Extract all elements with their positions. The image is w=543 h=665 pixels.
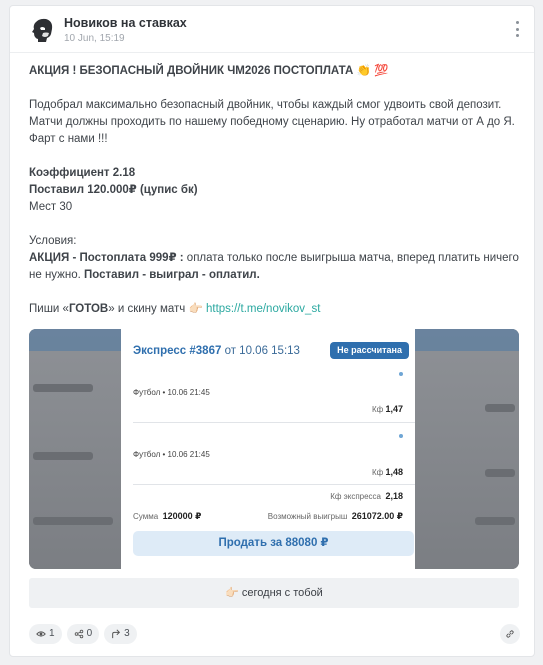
event-1-info: Футбол • 10.06 21:45 [133, 388, 210, 397]
channel-avatar[interactable] [29, 17, 55, 43]
bet-slip: Экспресс #3867 от 10.06 15:13 Не рассчит… [121, 329, 415, 569]
cta-line: Пиши «ГОТОВ» и скину матч 👉🏻 https://t.m… [29, 301, 524, 318]
post-stats: 1 0 3 [29, 624, 137, 644]
post-header: Новиков на ставках 10 Jun, 15:19 [10, 6, 534, 53]
conditions-label: Условия: [29, 235, 77, 247]
views-count: 1 [49, 628, 55, 639]
promo-bold: АКЦИЯ - Постоплата 999₽ : [29, 252, 184, 264]
cta-word: ГОТОВ [68, 303, 109, 315]
post-paragraph: Подобрал максимально безопасный двойник,… [29, 99, 515, 145]
places-line: Мест 30 [29, 201, 73, 213]
forwards-count: 3 [124, 628, 130, 639]
forward-arrow-icon [112, 629, 121, 639]
status-dot-icon [399, 372, 403, 376]
post-title: АКЦИЯ ! БЕЗОПАСНЫЙ ДВОЙНИК ЧМ2026 ПОСТОП… [29, 65, 389, 77]
status-dot-icon [399, 434, 403, 438]
status-badge: Не рассчитана [330, 342, 409, 359]
slip-number: #3867 [189, 345, 222, 357]
more-menu-icon[interactable] [514, 21, 520, 37]
eye-icon [36, 631, 46, 637]
event-2-info: Футбол • 10.06 21:45 [133, 450, 210, 459]
post-date: 10 Jun, 15:19 [64, 33, 125, 44]
views-counter[interactable]: 1 [29, 624, 62, 644]
slip-header: Экспресс #3867 от 10.06 15:13 [133, 345, 300, 357]
promo-line: АКЦИЯ - Постоплата 999₽ : оплата только … [29, 250, 524, 284]
reaction-button[interactable]: 👉🏻 сегодня с тобой [29, 578, 519, 608]
blurred-background-left [29, 329, 121, 569]
stake-line: Поставил 120.000₽ (цупис бк) [29, 184, 198, 196]
stake-sum: Сумма 120000 ₽ [133, 511, 202, 521]
shares-count: 0 [86, 628, 93, 639]
promo-end: Поставил - выиграл - оплатил. [84, 269, 260, 281]
cta-suffix: » и скину матч 👉🏻 [108, 303, 206, 315]
slip-title: Экспресс [133, 345, 187, 357]
cta-prefix: Пиши « [29, 303, 69, 315]
sell-button[interactable]: Продать за 88080 ₽ [133, 531, 414, 556]
coefficient-line: Коэффициент 2.18 [29, 167, 136, 179]
post-card: Новиков на ставках 10 Jun, 15:19 АКЦИЯ !… [9, 5, 535, 657]
blurred-background-right [415, 329, 519, 569]
possible-win: Возможный выигрыш 261072.00 ₽ [267, 511, 403, 521]
share-nodes-icon [74, 629, 83, 639]
divider [133, 484, 415, 485]
bet-slip-image[interactable]: Экспресс #3867 от 10.06 15:13 Не рассчит… [29, 329, 519, 569]
link-icon [506, 630, 514, 638]
copy-link-button[interactable] [500, 624, 520, 644]
divider [133, 422, 415, 423]
event-2-kf: Кф 1,48 [371, 467, 403, 477]
event-1-kf: Кф 1,47 [371, 404, 403, 414]
slip-date: от 10.06 15:13 [224, 345, 300, 357]
shares-counter[interactable]: 0 [66, 624, 100, 644]
post-text: АКЦИЯ ! БЕЗОПАСНЫЙ ДВОЙНИК ЧМ2026 ПОСТОП… [29, 63, 524, 318]
telegram-link[interactable]: https://t.me/novikov_st [206, 303, 320, 315]
express-kf: Кф экспресса 2,18 [330, 491, 403, 501]
channel-name[interactable]: Новиков на ставках [64, 16, 187, 30]
forwards-counter[interactable]: 3 [104, 624, 137, 644]
